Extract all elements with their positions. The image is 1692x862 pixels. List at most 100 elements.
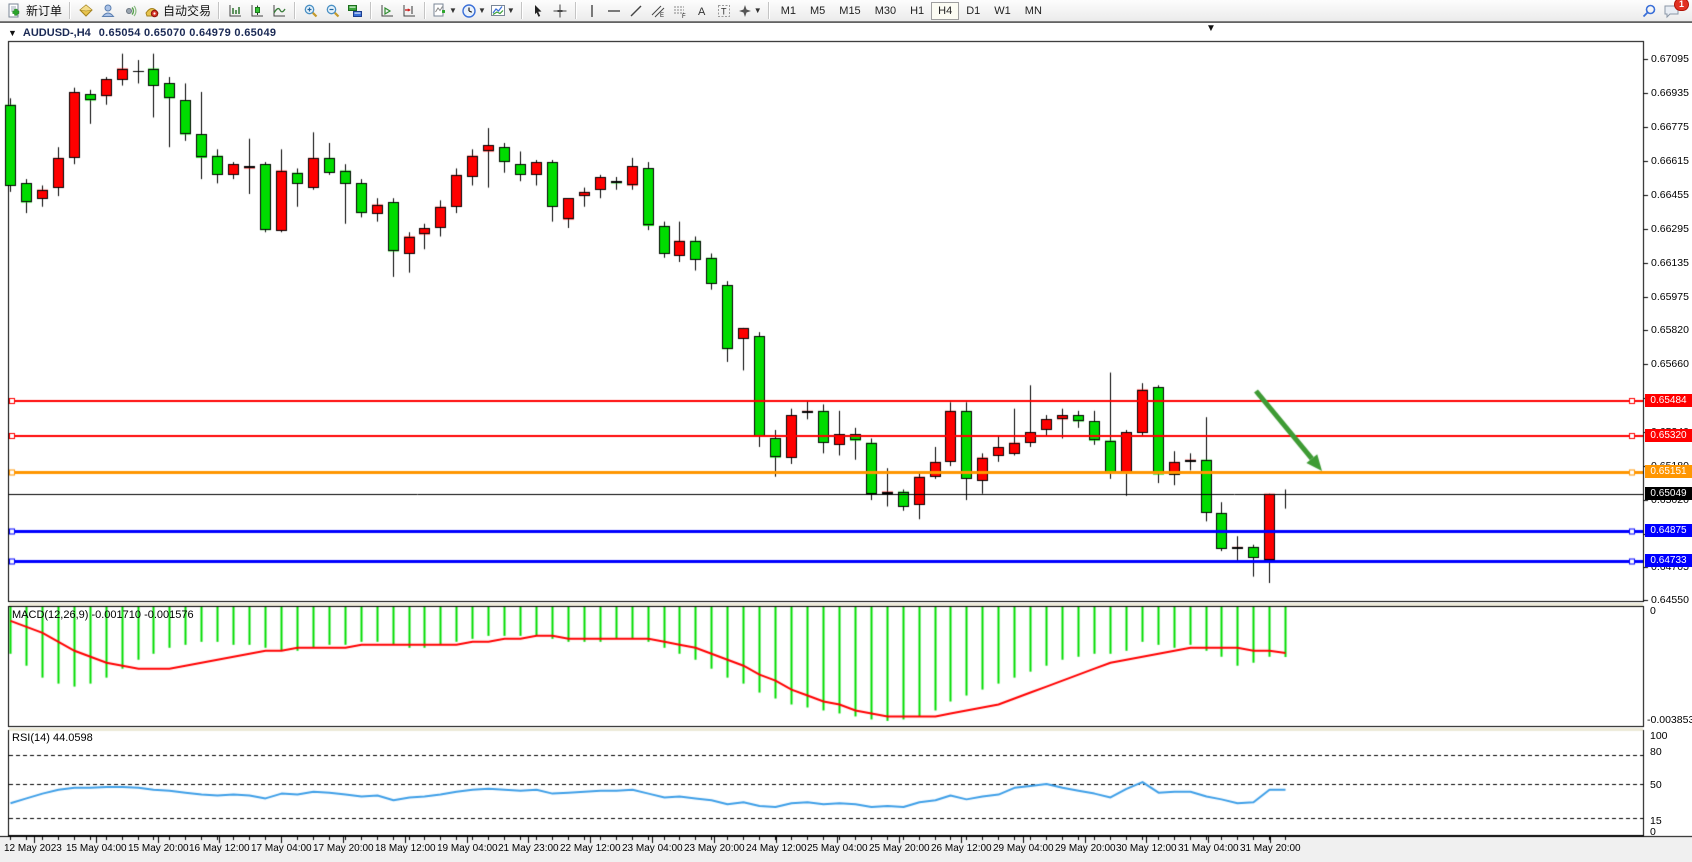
chart-shift-marker[interactable]: ▼ [1206, 23, 1216, 34]
svg-text:A: A [698, 6, 706, 18]
indicators-icon [432, 3, 448, 19]
time-axis-label: 23 May 04:00 [622, 843, 683, 854]
svg-text:T: T [721, 6, 727, 16]
equidistant-channel-icon: E [650, 3, 666, 19]
candlestick-chart-button[interactable] [246, 1, 268, 21]
price-level-badge: 0.65484 [1645, 394, 1692, 407]
line-chart-button[interactable] [268, 1, 290, 21]
bar-chart-icon [227, 3, 243, 19]
rsi-axis-label-0: 0 [1650, 826, 1656, 838]
time-axis-label: 29 May 04:00 [993, 843, 1054, 854]
price-axis-tick: 0.66615 [1651, 155, 1689, 167]
periods-button[interactable]: ▼ [459, 1, 488, 21]
rsi-indicator-label: RSI(14) 44.0598 [12, 732, 93, 744]
new-order-label: 新订单 [26, 2, 62, 19]
price-axis-tick: 0.66775 [1651, 121, 1689, 133]
toolbar-separator [294, 2, 296, 19]
time-axis-label: 15 May 04:00 [66, 843, 127, 854]
price-axis-tick: 0.67095 [1651, 53, 1689, 65]
auto-scroll-button[interactable] [376, 1, 398, 21]
community-button[interactable] [97, 1, 119, 21]
tile-windows-button[interactable] [344, 1, 366, 21]
price-level-badge: 0.65320 [1645, 429, 1692, 442]
timeframe-button-m30[interactable]: M30 [868, 2, 903, 20]
label-tool-button[interactable]: T [713, 1, 735, 21]
channel-tool-button[interactable]: E [647, 1, 669, 21]
timeframe-button-h1[interactable]: H1 [903, 2, 931, 20]
time-axis-label: 16 May 12:00 [189, 843, 250, 854]
crosshair-tool-button[interactable] [549, 1, 571, 21]
zoom-in-button[interactable] [300, 1, 322, 21]
horizontal-line-icon [606, 3, 622, 19]
fibonacci-icon: F [672, 3, 688, 19]
time-axis-label: 31 May 04:00 [1178, 843, 1239, 854]
metaeditor-button[interactable] [75, 1, 97, 21]
timeframe-button-h4[interactable]: H4 [931, 2, 959, 20]
time-axis-label: 12 May 2023 [4, 843, 62, 854]
toolbar-separator [575, 2, 577, 19]
zoom-in-icon [303, 3, 319, 19]
macd-indicator-label: MACD(12,26,9) -0.001710 -0.001576 [12, 609, 194, 621]
search-button[interactable] [1638, 1, 1660, 21]
timeframe-button-m15[interactable]: M15 [832, 2, 867, 20]
mt4-terminal-window: 新订单 自动交易 [0, 0, 1692, 862]
time-axis-label: 22 May 12:00 [560, 843, 621, 854]
notification-badge: 1 [1674, 0, 1689, 11]
toolbar-separator [521, 2, 523, 19]
price-axis-tick: 0.65975 [1651, 291, 1689, 303]
crosshair-icon [552, 3, 568, 19]
zoom-out-button[interactable] [322, 1, 344, 21]
vertical-line-tool-button[interactable] [581, 1, 603, 21]
chat-button[interactable]: 1 [1660, 1, 1682, 21]
toolbar-separator [218, 2, 220, 19]
fibonacci-tool-button[interactable]: F [669, 1, 691, 21]
price-axis-tick: 0.66935 [1651, 87, 1689, 99]
autotrading-button[interactable]: 自动交易 [141, 1, 214, 21]
autotrading-label: 自动交易 [163, 2, 211, 19]
market-button[interactable] [119, 1, 141, 21]
timeframe-group: M1M5M15M30H1H4D1W1MN [774, 2, 1049, 20]
chart-shift-button[interactable] [398, 1, 420, 21]
rsi-axis-label-80: 80 [1650, 746, 1662, 758]
main-toolbar: 新订单 自动交易 [0, 0, 1692, 22]
symbol-dropdown-icon[interactable]: ▼ [8, 28, 17, 38]
time-axis-label: 26 May 12:00 [931, 843, 992, 854]
timeframe-button-w1[interactable]: W1 [987, 2, 1018, 20]
arrows-tool-button[interactable]: ▼ [735, 1, 764, 21]
price-level-badge: 0.64875 [1645, 524, 1692, 537]
cursor-tool-button[interactable] [527, 1, 549, 21]
svg-text:E: E [660, 13, 664, 19]
templates-icon [490, 3, 506, 19]
zoom-out-icon [325, 3, 341, 19]
indicators-dropdown-caret: ▼ [449, 6, 457, 15]
chart-canvas[interactable] [0, 0, 1692, 862]
rsi-axis-label-50: 50 [1650, 779, 1662, 791]
timeframe-button-m1[interactable]: M1 [774, 2, 803, 20]
bar-chart-button[interactable] [224, 1, 246, 21]
chart-title-bar: ▼ AUDUSD-,H4 0.65054 0.65070 0.64979 0.6… [8, 25, 276, 41]
timeframe-button-d1[interactable]: D1 [959, 2, 987, 20]
search-icon [1641, 3, 1657, 19]
trendline-tool-button[interactable] [625, 1, 647, 21]
time-axis-label: 23 May 20:00 [684, 843, 745, 854]
timeframe-button-mn[interactable]: MN [1018, 2, 1049, 20]
text-tool-button[interactable]: A [691, 1, 713, 21]
indicators-button[interactable]: ▼ [430, 1, 459, 21]
time-axis-label: 17 May 20:00 [313, 843, 374, 854]
text-label-icon: T [716, 3, 732, 19]
price-level-badge: 0.65049 [1645, 487, 1692, 500]
toolbar-separator [69, 2, 71, 19]
horizontal-line-tool-button[interactable] [603, 1, 625, 21]
price-axis-tick: 0.66455 [1651, 189, 1689, 201]
metaeditor-diamond-icon [78, 3, 94, 19]
templates-button[interactable]: ▼ [488, 1, 517, 21]
new-order-icon [7, 3, 23, 19]
auto-scroll-icon [379, 3, 395, 19]
time-axis-label: 18 May 12:00 [375, 843, 436, 854]
timeframe-button-m5[interactable]: M5 [803, 2, 832, 20]
chart-ohlc-values: 0.65054 0.65070 0.64979 0.65049 [99, 27, 277, 39]
autotrading-icon [144, 3, 160, 19]
time-axis-label: 21 May 23:00 [498, 843, 559, 854]
new-order-button[interactable]: 新订单 [4, 1, 65, 21]
arrows-dropdown-caret: ▼ [754, 6, 762, 15]
